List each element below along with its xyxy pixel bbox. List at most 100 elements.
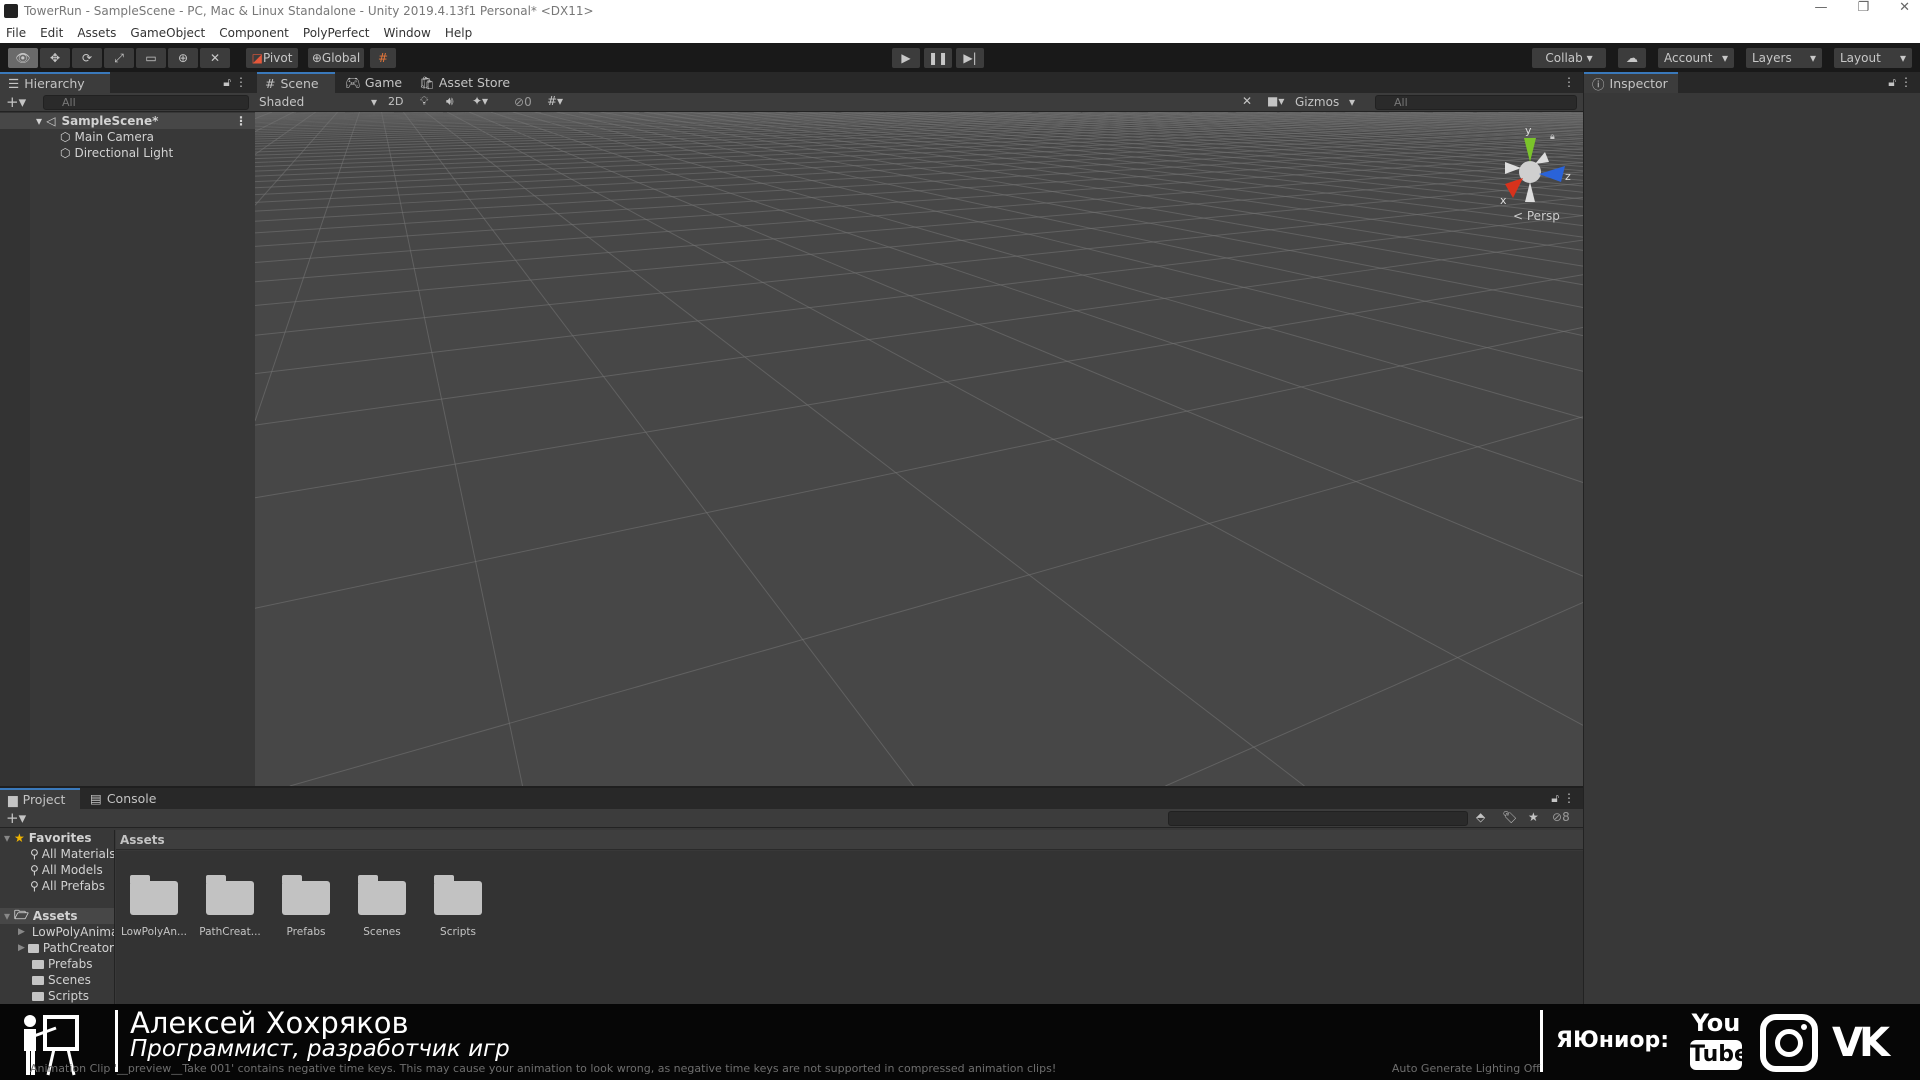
inspector-panel: ⓘ Inspector 🔓︎ ⋮ (1583, 72, 1920, 1004)
custom-tool-icon[interactable]: ✕ (200, 48, 230, 68)
grid-line (255, 119, 286, 121)
scene-row[interactable]: ▾ ◁ SampleScene* ⋮ (0, 113, 255, 129)
hidden-packages-icon[interactable]: ⊘8 (1552, 810, 1570, 824)
more-icon[interactable]: ⋮ (1563, 791, 1575, 805)
projection-toggle[interactable]: < Persp (1513, 209, 1560, 223)
asset-folder[interactable]: Prefabs (268, 851, 344, 951)
play-button[interactable]: ▶ (892, 48, 920, 68)
folder-icon (32, 991, 44, 1001)
menu-polyperfect[interactable]: PolyPerfect (303, 26, 370, 40)
hierarchy-item[interactable]: ⬡ Main Camera (0, 129, 255, 145)
tree-folder[interactable]: ▶ PathCreator (0, 940, 114, 956)
info-icon: ⓘ (1592, 77, 1605, 92)
lock-icon[interactable]: 🔓︎ (223, 75, 231, 90)
asset-folder[interactable]: Scripts (420, 851, 496, 951)
tab-console[interactable]: ▤ Console (82, 788, 164, 809)
orientation-gizmo[interactable]: y z x 🔒︎ < Persp (1495, 122, 1575, 223)
project-search-input[interactable] (1168, 811, 1468, 826)
scale-tool-icon[interactable]: ⤢ (104, 48, 134, 68)
view-tool-eye-icon[interactable]: 👁 (8, 48, 38, 68)
lock-icon[interactable]: 🔒︎ (1550, 132, 1555, 142)
asset-folder[interactable]: Scenes (344, 851, 420, 951)
move-tool-icon[interactable]: ✥ (40, 48, 70, 68)
favorite-item[interactable]: ⚲ All Models (0, 862, 114, 878)
menu-file[interactable]: File (6, 26, 26, 40)
tree-folder[interactable]: Scripts (0, 988, 114, 1004)
pause-button[interactable]: ❚❚ (924, 48, 952, 68)
asset-folder[interactable]: LowPolyAn... (116, 851, 192, 951)
2d-toggle[interactable]: 2D (388, 95, 403, 108)
lock-icon[interactable]: 🔓︎ (1551, 791, 1559, 806)
tab-asset-store[interactable]: 🛍︎ Asset Store (411, 72, 518, 93)
tab-game[interactable]: 🎮︎ Game (337, 72, 410, 93)
layers-dropdown[interactable]: Layers ▾ (1746, 48, 1822, 68)
rotate-tool-icon[interactable]: ⟳ (72, 48, 102, 68)
favorites-header[interactable]: ▾ ★ Favorites (0, 830, 114, 846)
menu-assets[interactable]: Assets (77, 26, 116, 40)
hierarchy-search-input[interactable]: All (43, 95, 249, 110)
tab-project[interactable]: ▆ Project (0, 788, 80, 809)
tree-folder[interactable]: Scenes (0, 972, 114, 988)
account-dropdown[interactable]: Account ▾ (1658, 48, 1734, 68)
lock-icon[interactable]: 🔓︎ (1888, 75, 1896, 90)
breadcrumb[interactable]: Assets (116, 830, 1583, 850)
menu-gameobject[interactable]: GameObject (130, 26, 205, 40)
grid-line (1052, 115, 1075, 117)
favorite-star-icon[interactable]: ★ (1528, 810, 1539, 824)
more-icon[interactable]: ⋮ (235, 75, 247, 89)
restore-button[interactable]: ❐ (1857, 0, 1869, 15)
y-axis-cone[interactable] (1524, 138, 1536, 162)
assets-tree-header[interactable]: ▾ 🗁 Assets (0, 908, 114, 924)
menu-component[interactable]: Component (219, 26, 289, 40)
global-button[interactable]: ⊕ Global (308, 48, 364, 68)
layout-dropdown[interactable]: Layout ▾ (1834, 48, 1912, 68)
tree-folder[interactable]: Prefabs (0, 956, 114, 972)
step-button[interactable]: ▶| (956, 48, 984, 68)
more-icon[interactable]: ⋮ (1900, 75, 1912, 89)
tab-inspector[interactable]: ⓘ Inspector (1584, 72, 1678, 93)
tree-folder[interactable]: ▶LowPolyAnimals (0, 924, 114, 940)
more-icon[interactable]: ⋮ (1563, 75, 1575, 89)
favorite-item[interactable]: ⚲ All Prefabs (0, 878, 114, 894)
menu-window[interactable]: Window (384, 26, 431, 40)
snap-grid-icon[interactable]: # (370, 48, 396, 68)
grid-icon[interactable]: #▾ (547, 94, 563, 108)
rect-tool-icon[interactable]: ▭ (136, 48, 166, 68)
grid-line (440, 113, 469, 116)
folder-icon (206, 875, 254, 915)
menu-help[interactable]: Help (445, 26, 472, 40)
menu-edit[interactable]: Edit (40, 26, 63, 40)
cloud-icon[interactable]: ☁ (1618, 48, 1646, 68)
scene-grid[interactable] (255, 112, 1583, 786)
project-panel: ▆ Project ▤ Console 🔓︎ ⋮ +▾ ⬘ 🏷︎ ★ ⊘8 ▾ ★ Fav… (0, 786, 1583, 1004)
tab-hierarchy[interactable]: ☰ Hierarchy (0, 72, 110, 93)
asset-folder[interactable]: PathCreat... (192, 851, 268, 951)
status-message[interactable]: Animation Clip '__preview__Take 001' con… (30, 1062, 1056, 1075)
transform-tool-icon[interactable]: ⊕ (168, 48, 198, 68)
z-axis-cone[interactable] (1539, 166, 1565, 182)
minimize-button[interactable]: — (1814, 0, 1827, 15)
collab-button[interactable]: Collab ▾ (1532, 48, 1606, 68)
grid-line (255, 157, 274, 160)
lighting-icon[interactable]: 💡︎ (420, 94, 428, 109)
filter-by-label-icon[interactable]: 🏷︎ (1502, 810, 1517, 824)
close-button[interactable]: ✕ (1899, 0, 1910, 15)
shading-dropdown[interactable]: Shaded ▾ (259, 95, 377, 109)
audio-icon[interactable]: 🔊︎ (446, 94, 454, 109)
favorite-item[interactable]: ⚲ All Materials (0, 846, 114, 862)
create-button[interactable]: +▾ (6, 809, 26, 827)
tools-icon[interactable]: ✕ (1242, 94, 1252, 108)
hidden-objects-icon[interactable]: ⊘0 (514, 95, 532, 109)
effects-icon[interactable]: ✦▾ (472, 94, 488, 108)
grid-line (807, 118, 835, 121)
scene-search-input[interactable]: All (1375, 95, 1577, 110)
hierarchy-item[interactable]: ⬡ Directional Light (0, 145, 255, 161)
filter-by-type-icon[interactable]: ⬘ (1476, 810, 1485, 824)
x-axis-cone[interactable] (1505, 178, 1523, 198)
tab-scene[interactable]: # Scene (257, 72, 335, 93)
add-button[interactable]: +▾ (6, 93, 26, 111)
gizmos-dropdown[interactable]: Gizmos ▾ (1295, 95, 1355, 109)
pivot-button[interactable]: ◪ Pivot (246, 48, 298, 68)
grid-line (671, 117, 700, 120)
camera-icon[interactable]: ■▾ (1267, 94, 1284, 108)
